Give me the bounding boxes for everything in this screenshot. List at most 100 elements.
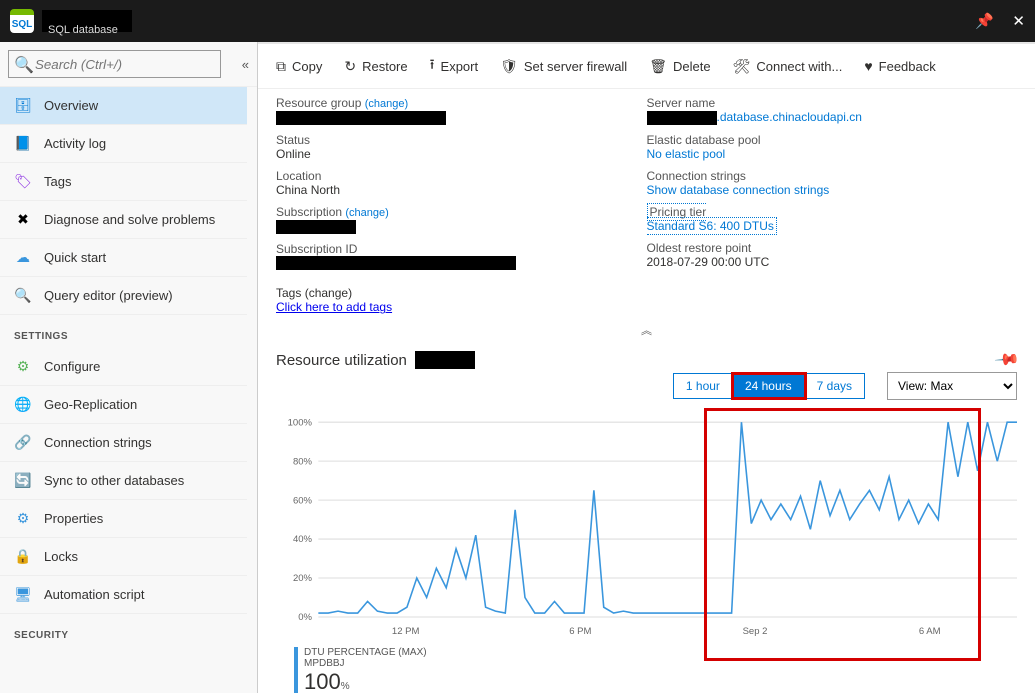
sql-logo-icon: SQL	[10, 9, 34, 33]
conn-label: Connection strings	[647, 169, 746, 183]
view-select[interactable]: View: Max	[887, 372, 1017, 400]
nav-label: Sync to other databases	[44, 473, 184, 488]
nav-icon: ⚙	[14, 358, 32, 376]
nav-label: Connection strings	[44, 435, 152, 450]
nav-label: Properties	[44, 511, 103, 526]
collapse-sidebar-icon[interactable]: «	[242, 57, 249, 72]
sidebar-item-tags[interactable]: 🏷Tags	[0, 163, 247, 201]
nav-icon: 🔍	[14, 287, 32, 305]
restore-icon: ↻	[344, 58, 356, 75]
nav-icon: 🔄	[14, 472, 32, 490]
wrench-icon: 🛠	[733, 58, 751, 75]
section-settings: SETTINGS	[0, 315, 247, 348]
pricing-link[interactable]: Standard S6: 400 DTUs	[647, 219, 774, 233]
collapse-details-icon[interactable]: ︽	[258, 320, 1035, 340]
nav-icon: 🗄	[14, 97, 32, 115]
svg-text:80%: 80%	[293, 457, 313, 468]
svg-text:60%: 60%	[293, 496, 313, 507]
nav-label: Geo-Replication	[44, 397, 137, 412]
sidebar-item-sync-to-other-databases[interactable]: 🔄 Sync to other databases	[0, 462, 247, 500]
close-icon[interactable]: ✕	[1012, 13, 1025, 30]
range-24-hours[interactable]: 24 hours	[733, 374, 805, 398]
sidebar-item-automation-script[interactable]: 🖥 Automation script	[0, 576, 247, 614]
nav-icon: 🖥	[14, 586, 32, 604]
nav-icon: 📘	[14, 135, 32, 153]
pool-label: Elastic database pool	[647, 133, 761, 147]
section-security: SECURITY	[0, 614, 247, 647]
toolbar: ⧉Copy ↻Restore ⭱Export 🛡Set server firew…	[258, 44, 1035, 89]
export-button[interactable]: ⭱Export	[430, 54, 478, 78]
redacted-server	[647, 111, 717, 125]
subscription-label: Subscription	[276, 205, 342, 219]
redacted-chart-subtitle	[415, 351, 475, 369]
sidebar-item-query-editor-preview-[interactable]: 🔍Query editor (preview)	[0, 277, 247, 315]
server-name-label: Server name	[647, 96, 716, 110]
svg-text:40%: 40%	[293, 535, 313, 546]
server-link[interactable]: .database.chinacloudapi.cn	[717, 110, 862, 124]
sidebar-item-configure[interactable]: ⚙Configure	[0, 348, 247, 386]
export-icon: ⭱	[430, 54, 435, 78]
subscription-id-label: Subscription ID	[276, 242, 357, 256]
sidebar-item-geo-replication[interactable]: 🌐 Geo-Replication	[0, 386, 247, 424]
legend-value: 100	[304, 669, 341, 693]
pin-chart-icon[interactable]: 📌	[993, 346, 1021, 374]
nav-icon: ⚙	[14, 510, 32, 528]
restore-button[interactable]: ↻Restore	[344, 58, 407, 75]
change-subscription[interactable]: (change)	[345, 207, 388, 219]
copy-icon: ⧉	[276, 58, 286, 75]
nav-icon: ✖	[14, 211, 32, 229]
change-resource-group[interactable]: (change)	[365, 98, 408, 110]
svg-text:12 PM: 12 PM	[392, 626, 420, 637]
nav-icon: 🔒	[14, 548, 32, 566]
heart-icon: ♥	[864, 58, 872, 74]
pricing-label: Pricing tier	[650, 205, 707, 219]
titlebar: SQL 📌 ✕	[0, 0, 1035, 42]
svg-text:0%: 0%	[298, 613, 312, 624]
nav-icon: 🏷	[14, 173, 32, 191]
feedback-button[interactable]: ♥Feedback	[864, 58, 935, 74]
restore-value: 2018-07-29 00:00 UTC	[647, 255, 770, 269]
redacted-resource-group	[276, 111, 446, 125]
sidebar-item-connection-strings[interactable]: 🔗 Connection strings	[0, 424, 247, 462]
status-value: Online	[276, 147, 311, 161]
sidebar-item-activity-log[interactable]: 📘Activity log	[0, 125, 247, 163]
nav-label: Quick start	[44, 250, 106, 265]
legend-unit: %	[341, 681, 350, 692]
location-label: Location	[276, 169, 321, 183]
firewall-button[interactable]: 🛡Set server firewall	[500, 58, 627, 75]
pool-link[interactable]: No elastic pool	[647, 147, 726, 161]
sidebar: 🔍 « 🗄 Overview 📘Activity log🏷Tags ✖ Diagnose…	[0, 42, 258, 693]
pin-icon[interactable]: 📌	[975, 13, 994, 30]
nav-label: Automation script	[44, 587, 144, 602]
range-1-hour[interactable]: 1 hour	[674, 374, 733, 398]
delete-button[interactable]: 🗑Delete	[649, 58, 710, 75]
change-tags[interactable]: (change)	[305, 286, 352, 300]
search-icon: 🔍	[14, 55, 34, 75]
tags-label: Tags	[276, 286, 301, 300]
redacted-subscription-id	[276, 256, 516, 270]
conn-link[interactable]: Show database connection strings	[647, 183, 830, 197]
svg-text:20%: 20%	[293, 574, 313, 585]
nav-label: Overview	[44, 98, 98, 113]
nav-label: Locks	[44, 549, 78, 564]
connect-button[interactable]: 🛠Connect with...	[733, 58, 843, 75]
nav-icon: 🌐	[14, 396, 32, 414]
copy-button[interactable]: ⧉Copy	[276, 58, 322, 75]
sidebar-item-locks[interactable]: 🔒 Locks	[0, 538, 247, 576]
sidebar-item-diagnose-and-solve-problems[interactable]: ✖ Diagnose and solve problems	[0, 201, 247, 239]
nav-icon: 🔗	[14, 434, 32, 452]
chart-title: Resource utilization	[276, 352, 407, 369]
highlight-box	[704, 408, 981, 661]
nav-label: Diagnose and solve problems	[44, 212, 215, 227]
sidebar-item-quick-start[interactable]: ☁Quick start	[0, 239, 247, 277]
svg-text:6 PM: 6 PM	[569, 626, 591, 637]
status-label: Status	[276, 133, 310, 147]
sidebar-item-properties[interactable]: ⚙ Properties	[0, 500, 247, 538]
resource-group-label: Resource group	[276, 96, 361, 110]
search-input[interactable]	[8, 50, 221, 78]
sidebar-item-overview[interactable]: 🗄 Overview	[0, 87, 247, 125]
range-7-days[interactable]: 7 days	[805, 374, 864, 398]
add-tags-link[interactable]: Click here to add tags	[276, 300, 392, 314]
redacted-subscription	[276, 220, 356, 234]
restore-label: Oldest restore point	[647, 241, 752, 255]
